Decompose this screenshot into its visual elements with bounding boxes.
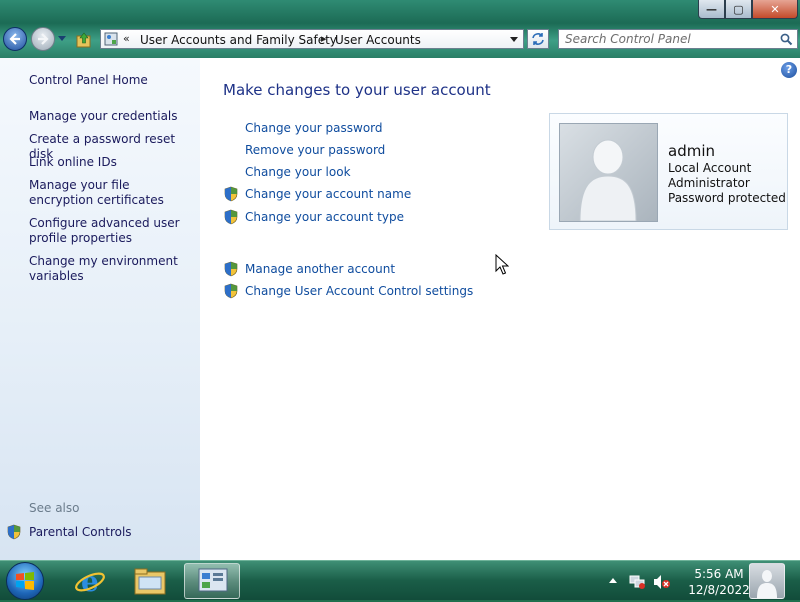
clock-date[interactable]: 12/8/2022 [684,583,754,597]
search-input[interactable] [559,30,780,48]
forward-button[interactable] [31,27,55,51]
parental-controls-label: Parental Controls [29,525,132,539]
uac-shield-icon [224,283,238,299]
close-button[interactable]: ✕ [752,0,798,19]
change-password-link[interactable]: Change your password [245,121,383,135]
user-accounts-window: — ▢ ✕ « User Accounts and Family Safety … [0,0,800,560]
avatar[interactable] [559,123,658,222]
breadcrumb-separator[interactable]: ▸ [321,32,327,45]
change-account-type-link[interactable]: Change your account type [245,210,404,224]
windows-explorer-icon [134,568,166,595]
volume-muted-icon[interactable] [653,574,671,590]
uac-shield-icon [224,209,238,225]
up-folder-icon[interactable] [76,32,92,48]
main-content: ? Make changes to your user account Chan… [200,58,800,560]
help-icon[interactable]: ? [781,62,797,78]
minimize-button[interactable]: — [698,0,725,19]
user-silhouette-icon [579,139,637,221]
account-info-card: admin Local Account Administrator Passwo… [549,113,788,230]
notification-area: 5:56 AM 12/8/2022 [604,561,800,601]
link-online-ids-link[interactable]: Link online IDs [29,155,197,170]
account-role: Administrator [668,176,750,190]
clock-time[interactable]: 5:56 AM [684,567,754,581]
configure-advanced-profile-properties-link[interactable]: Configure advanced user profile properti… [29,216,197,246]
address-dropdown-icon[interactable] [510,37,518,42]
control-panel-home-link[interactable]: Control Panel Home [29,73,197,88]
task-pane: Control Panel Home Manage your credentia… [0,58,200,560]
maximize-button[interactable]: ▢ [725,0,752,19]
refresh-icon [532,33,544,45]
manage-credentials-link[interactable]: Manage your credentials [29,109,197,124]
recent-pages-dropdown[interactable] [58,36,66,41]
breadcrumb-overflow-chevron[interactable]: « [123,32,130,45]
user-avatar-icon [757,570,777,598]
search-box [558,29,798,49]
internet-explorer-icon: e [75,565,105,597]
taskbar-windows-explorer[interactable] [122,563,178,599]
search-icon[interactable] [780,33,793,46]
uac-shield-icon [7,524,21,540]
manage-file-encryption-certificates-link[interactable]: Manage your file encryption certificates [29,178,197,208]
title-bar: — ▢ ✕ « User Accounts and Family Safety … [0,0,800,58]
taskbar-internet-explorer[interactable]: e [62,563,118,599]
change-environment-variables-link[interactable]: Change my environment variables [29,254,197,284]
uac-shield-icon [224,261,238,277]
back-arrow-icon [9,33,20,45]
change-look-link[interactable]: Change your look [245,165,351,179]
control-panel-icon [104,32,118,46]
forward-arrow-icon [38,33,49,45]
breadcrumb-user-accounts[interactable]: User Accounts [335,33,421,47]
taskbar-control-panel[interactable] [184,563,240,599]
user-tile-button[interactable] [749,563,785,599]
breadcrumb-user-accounts-and-family-safety[interactable]: User Accounts and Family Safety [140,33,337,47]
change-uac-settings-link[interactable]: Change User Account Control settings [245,284,473,298]
account-type: Local Account [668,161,752,175]
navigation-bar: « User Accounts and Family Safety ▸ User… [0,26,800,54]
uac-shield-icon [224,186,238,202]
window-controls: — ▢ ✕ [698,0,798,20]
network-disconnected-icon[interactable] [629,574,647,590]
change-account-name-link[interactable]: Change your account name [245,187,411,201]
refresh-button[interactable] [527,29,549,49]
mouse-cursor-icon [495,254,509,275]
back-button[interactable] [3,27,27,51]
parental-controls-link[interactable]: Parental Controls [6,523,132,541]
account-name: admin [668,142,715,160]
taskbar: e 5:56 AM 12/8/2022 [0,560,800,600]
account-password-status: Password protected [668,191,786,205]
windows-logo-icon [16,572,34,590]
control-panel-icon [198,568,228,592]
address-bar[interactable]: « User Accounts and Family Safety ▸ User… [100,29,524,49]
start-button[interactable] [6,562,44,600]
remove-password-link[interactable]: Remove your password [245,143,385,157]
svg-text:e: e [81,565,99,597]
show-hidden-icons-button[interactable] [609,578,617,583]
manage-another-account-link[interactable]: Manage another account [245,262,395,276]
page-title: Make changes to your user account [223,81,491,99]
see-also-label: See also [29,501,80,515]
